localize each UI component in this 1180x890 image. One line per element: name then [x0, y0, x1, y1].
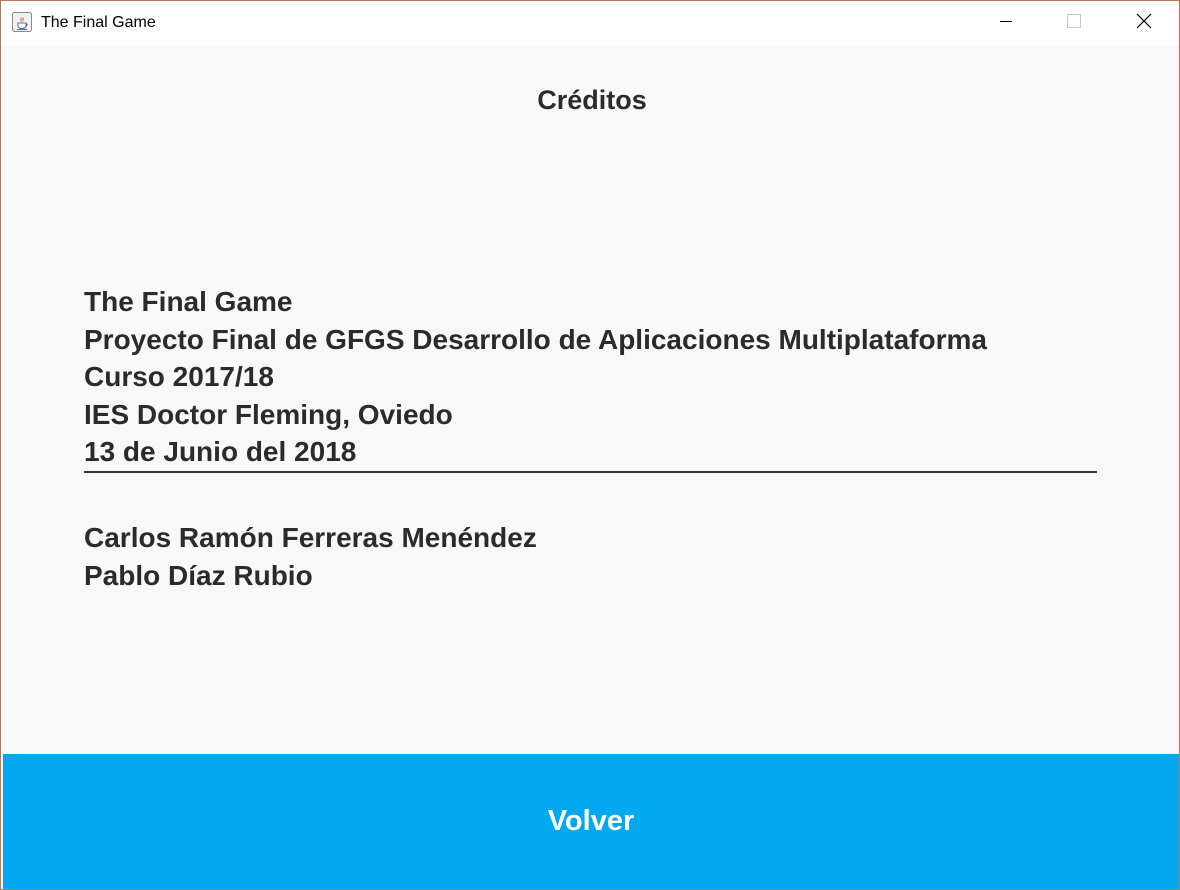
close-icon — [1136, 13, 1152, 34]
credits-panel: Créditos The Final Game Proyecto Final d… — [1, 45, 1179, 753]
java-cup-icon — [12, 12, 32, 32]
window-title: The Final Game — [41, 14, 156, 31]
project-info: The Final Game Proyecto Final de GFGS De… — [84, 283, 987, 471]
author-name: Pablo Díaz Rubio — [84, 559, 313, 591]
authors-list: Carlos Ramón Ferreras Menéndez Pablo Día… — [84, 519, 537, 594]
info-line-course: Curso 2017/18 — [84, 361, 274, 392]
title-bar[interactable]: The Final Game — [1, 1, 1179, 45]
minimize-button[interactable] — [983, 1, 1029, 45]
info-line-date: 13 de Junio del 2018 — [84, 436, 357, 467]
separator-line — [84, 471, 1097, 473]
info-line-game-name: The Final Game — [84, 286, 293, 317]
maximize-button[interactable] — [1051, 1, 1097, 45]
close-button[interactable] — [1121, 1, 1167, 45]
minimize-icon — [998, 13, 1014, 34]
back-button[interactable]: Volver — [3, 754, 1179, 889]
app-window: The Final Game Créditos The Final Game P… — [0, 0, 1180, 890]
info-line-school: IES Doctor Fleming, Oviedo — [84, 398, 453, 430]
maximize-icon — [1066, 13, 1082, 34]
page-title: Créditos — [537, 85, 647, 115]
author-name: Carlos Ramón Ferreras Menéndez — [84, 522, 537, 553]
info-line-project: Proyecto Final de GFGS Desarrollo de Apl… — [84, 323, 987, 355]
